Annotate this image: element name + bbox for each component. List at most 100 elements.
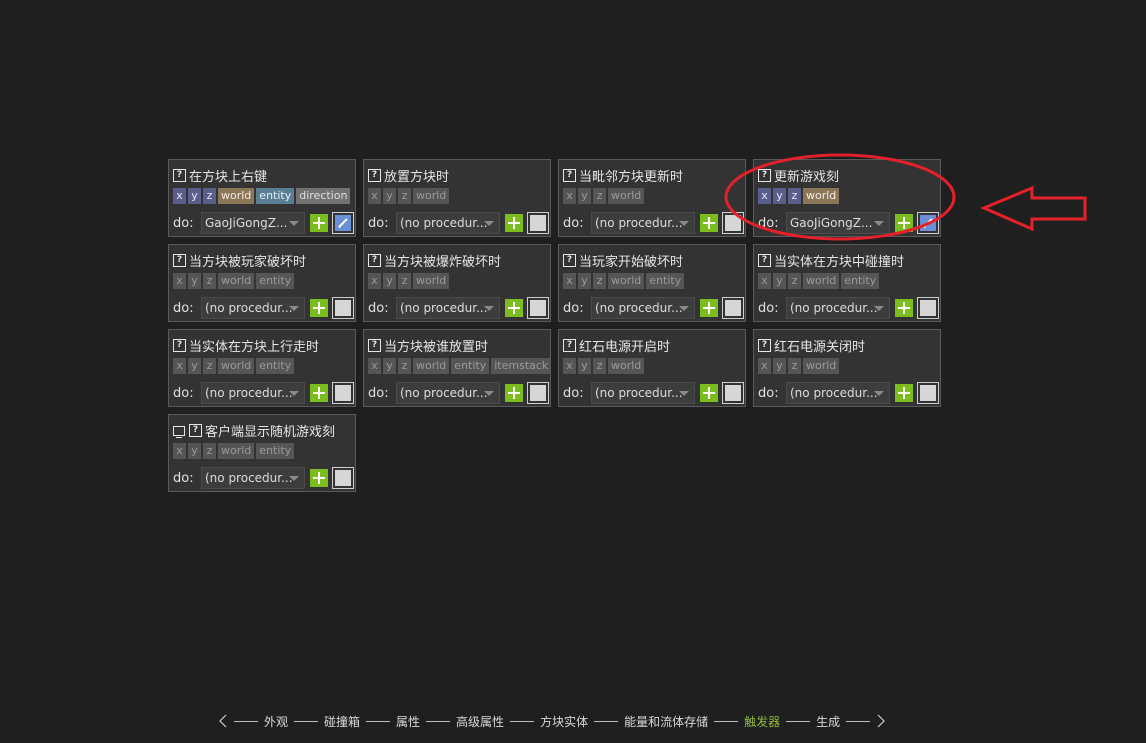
procedure-select[interactable]: (no procedur... [786,297,890,319]
nav-item[interactable]: 高级属性 [456,713,504,730]
nav-item[interactable]: 生成 [816,713,840,730]
dependency-tag-world: world [608,273,645,289]
edit-procedure-button[interactable] [917,297,939,319]
trigger-title: ? 当方块被谁放置时 [368,336,488,355]
add-procedure-button[interactable] [700,384,718,402]
do-label: do: [368,215,389,231]
help-icon[interactable]: ? [189,424,202,437]
dependency-list: x y z world entity [173,443,295,459]
pencil-icon [335,385,351,401]
dependency-tag-z: z [398,358,411,374]
help-icon[interactable]: ? [758,169,771,182]
trigger-title: ? 当玩家开始破坏时 [563,251,683,270]
procedure-select[interactable]: (no procedur... [201,467,305,489]
help-icon[interactable]: ? [368,254,381,267]
trigger-title-text: 当方块被玩家破坏时 [189,255,307,270]
procedure-select[interactable]: (no procedur... [396,297,500,319]
nav-item[interactable]: 触发器 [744,713,780,730]
procedure-select[interactable]: (no procedur... [396,212,500,234]
edit-procedure-button[interactable] [722,212,744,234]
chevron-right-icon[interactable] [876,714,886,728]
nav-item[interactable]: 方块实体 [540,713,588,730]
procedure-select[interactable]: (no procedur... [591,297,695,319]
help-icon[interactable]: ? [563,339,576,352]
procedure-select-value: (no procedur... [400,216,488,230]
edit-procedure-button[interactable] [332,467,354,489]
dependency-tag-y: y [578,188,591,204]
dependency-list: x y z world [563,188,645,204]
edit-procedure-button[interactable] [332,212,354,234]
help-icon[interactable]: ? [368,169,381,182]
procedure-row: do: (no procedur... [368,297,549,319]
nav-item[interactable]: 外观 [264,713,288,730]
dependency-tag-x: x [368,273,381,289]
edit-procedure-button[interactable] [332,297,354,319]
add-procedure-button[interactable] [700,214,718,232]
help-icon[interactable]: ? [563,169,576,182]
add-procedure-button[interactable] [895,384,913,402]
pencil-icon [920,215,936,231]
add-procedure-button[interactable] [310,299,328,317]
help-icon[interactable]: ? [758,254,771,267]
help-icon[interactable]: ? [173,339,186,352]
procedure-select[interactable]: (no procedur... [786,382,890,404]
help-icon[interactable]: ? [563,254,576,267]
dependency-list: x y z world [563,358,645,374]
procedure-select-value: (no procedur... [205,386,293,400]
edit-procedure-button[interactable] [722,297,744,319]
pencil-icon [335,215,351,231]
nav-item[interactable]: 碰撞箱 [324,713,360,730]
dependency-tag-x: x [173,188,186,204]
help-icon[interactable]: ? [368,339,381,352]
do-label: do: [173,385,194,401]
dependency-tag-y: y [773,273,786,289]
edit-procedure-button[interactable] [917,382,939,404]
do-label: do: [758,385,779,401]
pencil-icon [530,385,546,401]
procedure-select[interactable]: (no procedur... [591,212,695,234]
procedure-row: do: (no procedur... [563,212,744,234]
edit-procedure-button[interactable] [527,382,549,404]
help-icon[interactable]: ? [173,169,186,182]
add-procedure-button[interactable] [310,384,328,402]
add-procedure-button[interactable] [505,214,523,232]
add-procedure-button[interactable] [310,214,328,232]
edit-procedure-button[interactable] [527,212,549,234]
trigger-title: ? 当实体在方块中碰撞时 [758,251,904,270]
add-procedure-button[interactable] [505,384,523,402]
procedure-select[interactable]: (no procedur... [201,297,305,319]
add-procedure-button[interactable] [310,469,328,487]
help-icon[interactable]: ? [758,339,771,352]
procedure-select[interactable]: (no procedur... [396,382,500,404]
procedure-select-value: GaoJiGongZ... [790,216,873,230]
wizard-nav: 外观 碰撞箱 属性 高级属性 方块实体 能量和流体存储 触发器 生成 [218,712,898,730]
edit-procedure-button[interactable] [917,212,939,234]
add-procedure-button[interactable] [895,299,913,317]
chevron-down-icon [874,391,884,396]
add-procedure-button[interactable] [700,299,718,317]
procedure-select[interactable]: GaoJiGongZ... [201,212,305,234]
add-procedure-button[interactable] [505,299,523,317]
dependency-tag-y: y [188,358,201,374]
procedure-select[interactable]: (no procedur... [201,382,305,404]
chevron-left-icon[interactable] [218,714,228,728]
nav-item[interactable]: 能量和流体存储 [624,713,708,730]
edit-procedure-button[interactable] [722,382,744,404]
procedure-select[interactable]: GaoJiGongZ... [786,212,890,234]
edit-procedure-button[interactable] [332,382,354,404]
chevron-down-icon [484,306,494,311]
add-procedure-button[interactable] [895,214,913,232]
procedure-row: do: (no procedur... [368,382,549,404]
trigger-title: ? 红石电源开启时 [563,336,670,355]
do-label: do: [368,385,389,401]
nav-item[interactable]: 属性 [396,713,420,730]
do-label: do: [758,300,779,316]
procedure-select[interactable]: (no procedur... [591,382,695,404]
dependency-tag-x: x [368,358,381,374]
dependency-tag-y: y [578,273,591,289]
help-icon[interactable]: ? [173,254,186,267]
client-side-icon [173,425,185,438]
dependency-tag-y: y [383,273,396,289]
edit-procedure-button[interactable] [527,297,549,319]
dependency-tag-x: x [368,188,381,204]
